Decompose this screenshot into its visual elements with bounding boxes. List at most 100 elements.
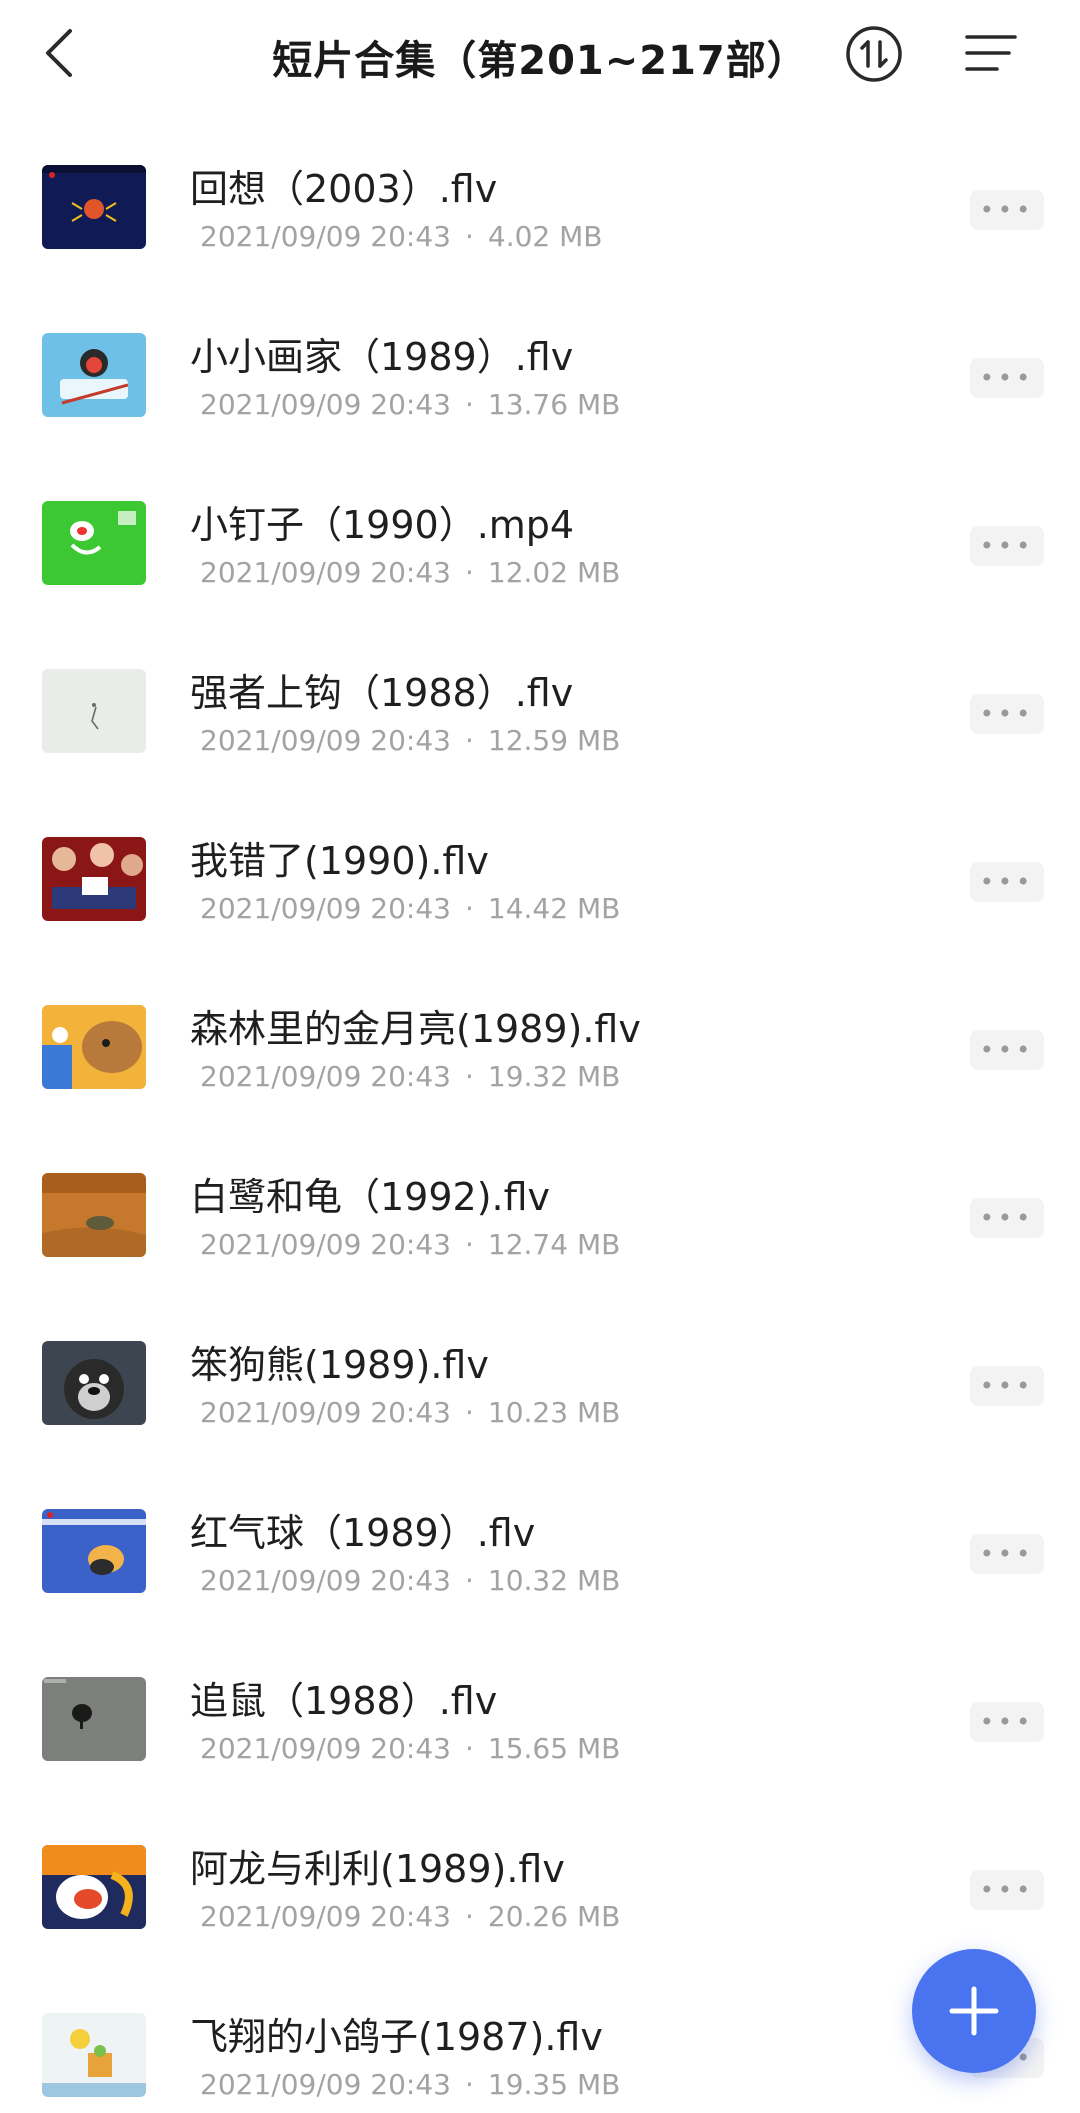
meta-separator: ·	[464, 556, 474, 589]
file-size: 10.32 MB	[487, 1564, 621, 1597]
meta-separator: ·	[464, 1732, 474, 1765]
sort-order-icon	[846, 26, 902, 82]
add-button[interactable]	[912, 1949, 1036, 2073]
ellipsis-icon: •••	[979, 1540, 1035, 1568]
file-name: 追鼠（1988）.flv	[190, 1679, 498, 1723]
video-thumbnail	[42, 669, 146, 753]
ellipsis-icon: •••	[979, 1876, 1035, 1904]
file-meta: 2021/09/09 20:43 · 10.32 MB	[200, 1564, 620, 1597]
file-meta: 2021/09/09 20:43 · 20.26 MB	[200, 1900, 620, 1933]
file-size: 15.65 MB	[487, 1732, 621, 1765]
more-options-button[interactable]: •••	[970, 1534, 1044, 1574]
file-date: 2021/09/09 20:43	[200, 1564, 451, 1597]
video-thumbnail	[42, 1677, 146, 1761]
top-bar: 短片合集（第201~217部）	[0, 0, 1080, 108]
meta-separator: ·	[464, 2068, 474, 2101]
meta-separator: ·	[464, 1228, 474, 1261]
video-thumbnail	[42, 1341, 146, 1425]
meta-separator: ·	[464, 1900, 474, 1933]
video-thumbnail	[42, 1173, 146, 1257]
file-meta: 2021/09/09 20:43 · 19.32 MB	[200, 1060, 620, 1093]
more-options-button[interactable]: •••	[970, 1870, 1044, 1910]
video-thumbnail	[42, 333, 146, 417]
file-row[interactable]: 森林里的金月亮(1989).flv 2021/09/09 20:43 · 19.32…	[0, 948, 1080, 1116]
more-options-button[interactable]: •••	[970, 190, 1044, 230]
video-thumbnail	[42, 1005, 146, 1089]
sort-button[interactable]	[845, 25, 903, 83]
more-options-button[interactable]: •••	[970, 526, 1044, 566]
more-options-button[interactable]: •••	[970, 1198, 1044, 1238]
ellipsis-icon: •••	[979, 364, 1035, 392]
file-row[interactable]: 红气球（1989）.flv 2021/09/09 20:43 · 10.32 MB …	[0, 1452, 1080, 1620]
file-row[interactable]: 阿龙与利利(1989).flv 2021/09/09 20:43 · 20.26 M…	[0, 1788, 1080, 1956]
file-row[interactable]: 强者上钩（1988）.flv 2021/09/09 20:43 · 12.59 MB…	[0, 612, 1080, 780]
video-thumbnail	[42, 837, 146, 921]
more-options-button[interactable]: •••	[970, 694, 1044, 734]
meta-separator: ·	[464, 724, 474, 757]
file-date: 2021/09/09 20:43	[200, 892, 451, 925]
file-size: 12.02 MB	[487, 556, 621, 589]
meta-separator: ·	[464, 220, 474, 253]
back-button[interactable]	[30, 20, 90, 86]
file-name: 小小画家（1989）.flv	[190, 335, 574, 379]
file-date: 2021/09/09 20:43	[200, 1396, 451, 1429]
file-date: 2021/09/09 20:43	[200, 220, 451, 253]
more-options-button[interactable]: •••	[970, 1366, 1044, 1406]
file-size: 10.23 MB	[487, 1396, 621, 1429]
ellipsis-icon: •••	[979, 1372, 1035, 1400]
menu-button[interactable]	[962, 28, 1020, 78]
file-date: 2021/09/09 20:43	[200, 1228, 451, 1261]
page-title: 短片合集（第201~217部）	[272, 38, 808, 84]
more-options-button[interactable]: •••	[970, 358, 1044, 398]
file-date: 2021/09/09 20:43	[200, 724, 451, 757]
file-date: 2021/09/09 20:43	[200, 2068, 451, 2101]
file-size: 19.32 MB	[487, 1060, 621, 1093]
ellipsis-icon: •••	[979, 1204, 1035, 1232]
meta-separator: ·	[464, 892, 474, 925]
ellipsis-icon: •••	[979, 196, 1035, 224]
menu-lines-icon	[965, 35, 1017, 71]
file-row[interactable]: 笨狗熊(1989).flv 2021/09/09 20:43 · 10.23 MB …	[0, 1284, 1080, 1452]
file-date: 2021/09/09 20:43	[200, 556, 451, 589]
video-thumbnail	[42, 2013, 146, 2097]
video-thumbnail	[42, 501, 146, 585]
meta-separator: ·	[464, 1564, 474, 1597]
file-size: 20.26 MB	[487, 1900, 621, 1933]
file-name: 白鹭和龟（1992).flv	[190, 1175, 551, 1219]
file-date: 2021/09/09 20:43	[200, 388, 451, 421]
file-row[interactable]: 追鼠（1988）.flv 2021/09/09 20:43 · 15.65 MB •…	[0, 1620, 1080, 1788]
file-row[interactable]: 小钉子（1990）.mp4 2021/09/09 20:43 · 12.02 MB …	[0, 444, 1080, 612]
more-options-button[interactable]: •••	[970, 862, 1044, 902]
file-name: 阿龙与利利(1989).flv	[190, 1847, 565, 1891]
ellipsis-icon: •••	[979, 1708, 1035, 1736]
file-row[interactable]: 我错了(1990).flv 2021/09/09 20:43 · 14.42 MB …	[0, 780, 1080, 948]
meta-separator: ·	[464, 1396, 474, 1429]
video-thumbnail	[42, 165, 146, 249]
plus-icon	[949, 1986, 999, 2036]
ellipsis-icon: •••	[979, 868, 1035, 896]
more-options-button[interactable]: •••	[970, 1702, 1044, 1742]
file-size: 19.35 MB	[487, 2068, 621, 2101]
file-size: 14.42 MB	[487, 892, 621, 925]
more-options-button[interactable]: •••	[970, 1030, 1044, 1070]
file-meta: 2021/09/09 20:43 · 15.65 MB	[200, 1732, 620, 1765]
meta-separator: ·	[464, 1060, 474, 1093]
file-meta: 2021/09/09 20:43 · 10.23 MB	[200, 1396, 620, 1429]
file-meta: 2021/09/09 20:43 · 14.42 MB	[200, 892, 620, 925]
meta-separator: ·	[464, 388, 474, 421]
ellipsis-icon: •••	[979, 1036, 1035, 1064]
file-row[interactable]: 小小画家（1989）.flv 2021/09/09 20:43 · 13.76 MB…	[0, 276, 1080, 444]
file-name: 小钉子（1990）.mp4	[190, 503, 575, 547]
file-meta: 2021/09/09 20:43 · 12.59 MB	[200, 724, 620, 757]
file-meta: 2021/09/09 20:43 · 4.02 MB	[200, 220, 603, 253]
file-date: 2021/09/09 20:43	[200, 1732, 451, 1765]
file-row[interactable]: 白鹭和龟（1992).flv 2021/09/09 20:43 · 12.74 MB…	[0, 1116, 1080, 1284]
file-name: 飞翔的小鸽子(1987).flv	[190, 2015, 603, 2059]
file-name: 红气球（1989）.flv	[190, 1511, 536, 1555]
ellipsis-icon: •••	[979, 700, 1035, 728]
file-name: 笨狗熊(1989).flv	[190, 1343, 489, 1387]
file-size: 13.76 MB	[487, 388, 621, 421]
file-row[interactable]: 回想（2003）.flv 2021/09/09 20:43 · 4.02 MB ••…	[0, 108, 1080, 276]
file-meta: 2021/09/09 20:43 · 13.76 MB	[200, 388, 620, 421]
file-name: 森林里的金月亮(1989).flv	[190, 1007, 641, 1051]
